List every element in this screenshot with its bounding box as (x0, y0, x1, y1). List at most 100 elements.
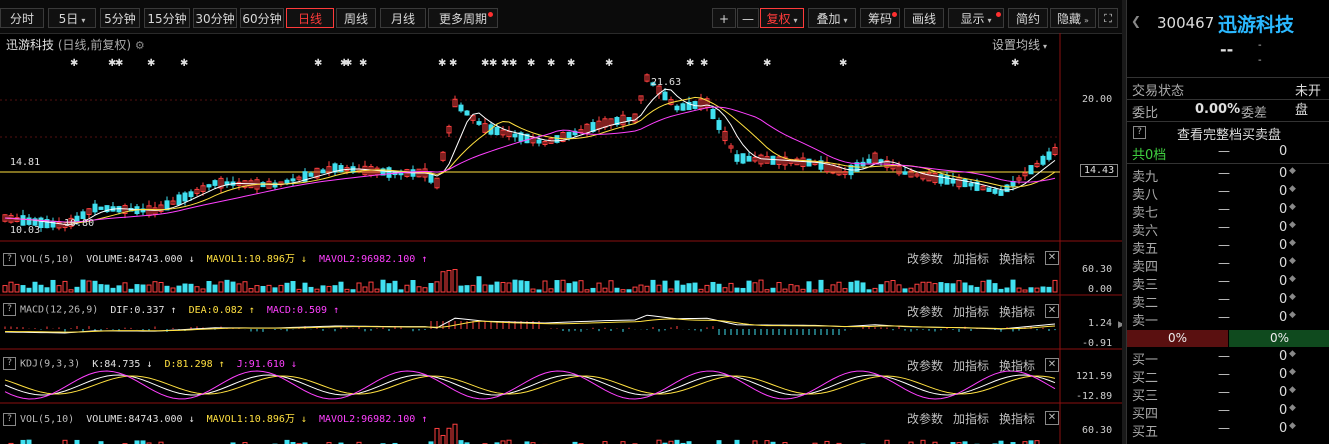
help-icon[interactable]: ? (3, 303, 16, 316)
help-icon[interactable]: ? (3, 252, 16, 266)
help-icon[interactable]: ? (3, 357, 16, 370)
period-tab-daily[interactable]: 日线 (286, 8, 334, 28)
add-indicator-button[interactable]: 加指标 (953, 303, 989, 320)
buy-level-label: 买一 (1132, 353, 1159, 368)
period-tab-30min[interactable]: 30分钟 (193, 8, 237, 28)
zoom-in-button[interactable]: + (712, 8, 736, 28)
event-marker-icon[interactable]: ✱ (567, 58, 575, 69)
event-marker-icon[interactable]: ✱ (115, 58, 123, 69)
draw-line-button[interactable]: 画线 (904, 8, 944, 28)
period-tab-15min[interactable]: 15分钟 (144, 8, 190, 28)
event-marker-icon[interactable]: ✱ (314, 58, 322, 69)
event-marker-icon[interactable]: ✱ (700, 58, 708, 69)
buy-level-row[interactable]: 买三 — 0 ◆ (1127, 385, 1329, 404)
event-marker-icon[interactable]: ✱ (70, 58, 78, 69)
sell-level-row[interactable]: 卖五 — 0 ◆ (1127, 238, 1329, 257)
sell-level-row[interactable]: 卖四 — 0 ◆ (1127, 256, 1329, 275)
buy-level-price: — (1218, 403, 1230, 417)
volume-bar (116, 285, 122, 293)
buy-level-label: 买三 (1132, 389, 1159, 404)
sell-level-row[interactable]: 卖七 — 0 ◆ (1127, 202, 1329, 221)
sell-level-row[interactable]: 卖一 — 0 ◆ (1127, 310, 1329, 329)
event-marker-icon[interactable]: ✱ (605, 58, 613, 69)
chevron-left-icon[interactable]: ❮ (1131, 14, 1141, 28)
help-icon[interactable]: ? (1133, 126, 1146, 139)
buy-level-row[interactable]: 买五 — 0 ◆ (1127, 421, 1329, 440)
adjust-button[interactable]: 复权 ▾ (760, 8, 804, 28)
switch-indicator-button[interactable]: 换指标 (999, 410, 1035, 427)
hide-button[interactable]: 隐藏» (1050, 8, 1096, 28)
close-icon[interactable]: ✕ (1045, 411, 1059, 425)
sell-level-row[interactable]: 卖三 — 0 ◆ (1127, 274, 1329, 293)
change-params-button[interactable]: 改参数 (907, 410, 943, 427)
event-marker-icon[interactable]: ✱ (449, 58, 457, 69)
add-indicator-button[interactable]: 加指标 (953, 357, 989, 374)
full-book-link[interactable]: 查看完整档买卖盘 (1177, 124, 1281, 143)
volume-bar (740, 287, 746, 293)
event-marker-icon[interactable]: ✱ (527, 58, 535, 69)
volume-bar (704, 284, 710, 293)
sell-level-row[interactable]: 卖九 — 0 ◆ (1127, 166, 1329, 185)
volume-bar (854, 280, 860, 293)
close-icon[interactable]: ✕ (1045, 358, 1059, 372)
event-marker-icon[interactable]: ✱ (686, 58, 694, 69)
chips-button[interactable]: 筹码 (860, 8, 900, 28)
add-indicator-button[interactable]: 加指标 (953, 410, 989, 427)
event-marker-icon[interactable]: ✱ (547, 58, 555, 69)
sell-level-row[interactable]: 卖六 — 0 ◆ (1127, 220, 1329, 239)
event-marker-icon[interactable]: ✱ (344, 58, 352, 69)
buy-level-row[interactable]: 买四 — 0 ◆ (1127, 403, 1329, 422)
event-marker-icon[interactable]: ✱ (763, 58, 771, 69)
volume-bar (488, 284, 494, 293)
add-indicator-button[interactable]: 加指标 (953, 250, 989, 267)
switch-indicator-button[interactable]: 换指标 (999, 357, 1035, 374)
sell-level-row[interactable]: 卖二 — 0 ◆ (1127, 292, 1329, 311)
candle-body (92, 203, 98, 213)
switch-indicator-button[interactable]: 换指标 (999, 250, 1035, 267)
simple-mode-button[interactable]: 简约 (1008, 8, 1048, 28)
volume-bar (1040, 286, 1046, 293)
event-marker-icon[interactable]: ✱ (839, 58, 847, 69)
volume-bar (422, 287, 428, 293)
period-tab-60min[interactable]: 60分钟 (240, 8, 284, 28)
event-marker-icon[interactable]: ✱ (509, 58, 517, 69)
buy-level-row[interactable]: 买一 — 0 ◆ (1127, 349, 1329, 368)
period-tab-more[interactable]: 更多周期 (428, 8, 498, 28)
event-marker-icon[interactable]: ✱ (180, 58, 188, 69)
volume-bar (494, 281, 500, 293)
volume-bar (302, 282, 308, 293)
close-icon[interactable]: ✕ (1045, 304, 1059, 318)
period-tab-5day[interactable]: 5日 ▾ (48, 8, 96, 28)
event-marker-icon[interactable]: ✱ (1011, 58, 1019, 69)
volume-bar (530, 288, 536, 293)
zoom-out-button[interactable]: — (737, 8, 759, 28)
period-tab-minute[interactable]: 分时 (0, 8, 44, 28)
overlay-button[interactable]: 叠加 ▾ (808, 8, 856, 28)
change-params-button[interactable]: 改参数 (907, 303, 943, 320)
level-line-label: 14.81 (10, 157, 41, 168)
event-marker-icon[interactable]: ✱ (489, 58, 497, 69)
change-params-button[interactable]: 改参数 (907, 250, 943, 267)
event-marker-icon[interactable]: ✱ (147, 58, 155, 69)
help-icon[interactable]: ? (3, 412, 16, 426)
period-tab-weekly[interactable]: 周线 (336, 8, 376, 28)
period-tab-monthly[interactable]: 月线 (380, 8, 426, 28)
switch-indicator-button[interactable]: 换指标 (999, 303, 1035, 320)
period-tab-5min[interactable]: 5分钟 (100, 8, 140, 28)
notification-dot-icon (488, 12, 493, 17)
event-marker-icon[interactable]: ✱ (359, 58, 367, 69)
volume-bar (824, 289, 830, 293)
volume-bar (902, 288, 908, 293)
fullscreen-icon[interactable]: ⛶ (1098, 8, 1118, 28)
buy-level-row[interactable]: 买二 — 0 ◆ (1127, 367, 1329, 386)
sell-level-row[interactable]: 卖八 — 0 ◆ (1127, 184, 1329, 203)
event-marker-icon[interactable]: ✱ (438, 58, 446, 69)
display-button[interactable]: 显示 ▾ (948, 8, 1004, 28)
low-price-label: 10.80 (64, 218, 95, 229)
volume-bar (356, 282, 362, 293)
gear-icon[interactable]: ⚙ (135, 39, 145, 52)
close-icon[interactable]: ✕ (1045, 251, 1059, 265)
full-book-row[interactable]: ? 查看完整档买卖盘 (1127, 124, 1329, 143)
change-params-button[interactable]: 改参数 (907, 357, 943, 374)
ma-setting-button[interactable]: 设置均线 ▾ (992, 36, 1047, 53)
